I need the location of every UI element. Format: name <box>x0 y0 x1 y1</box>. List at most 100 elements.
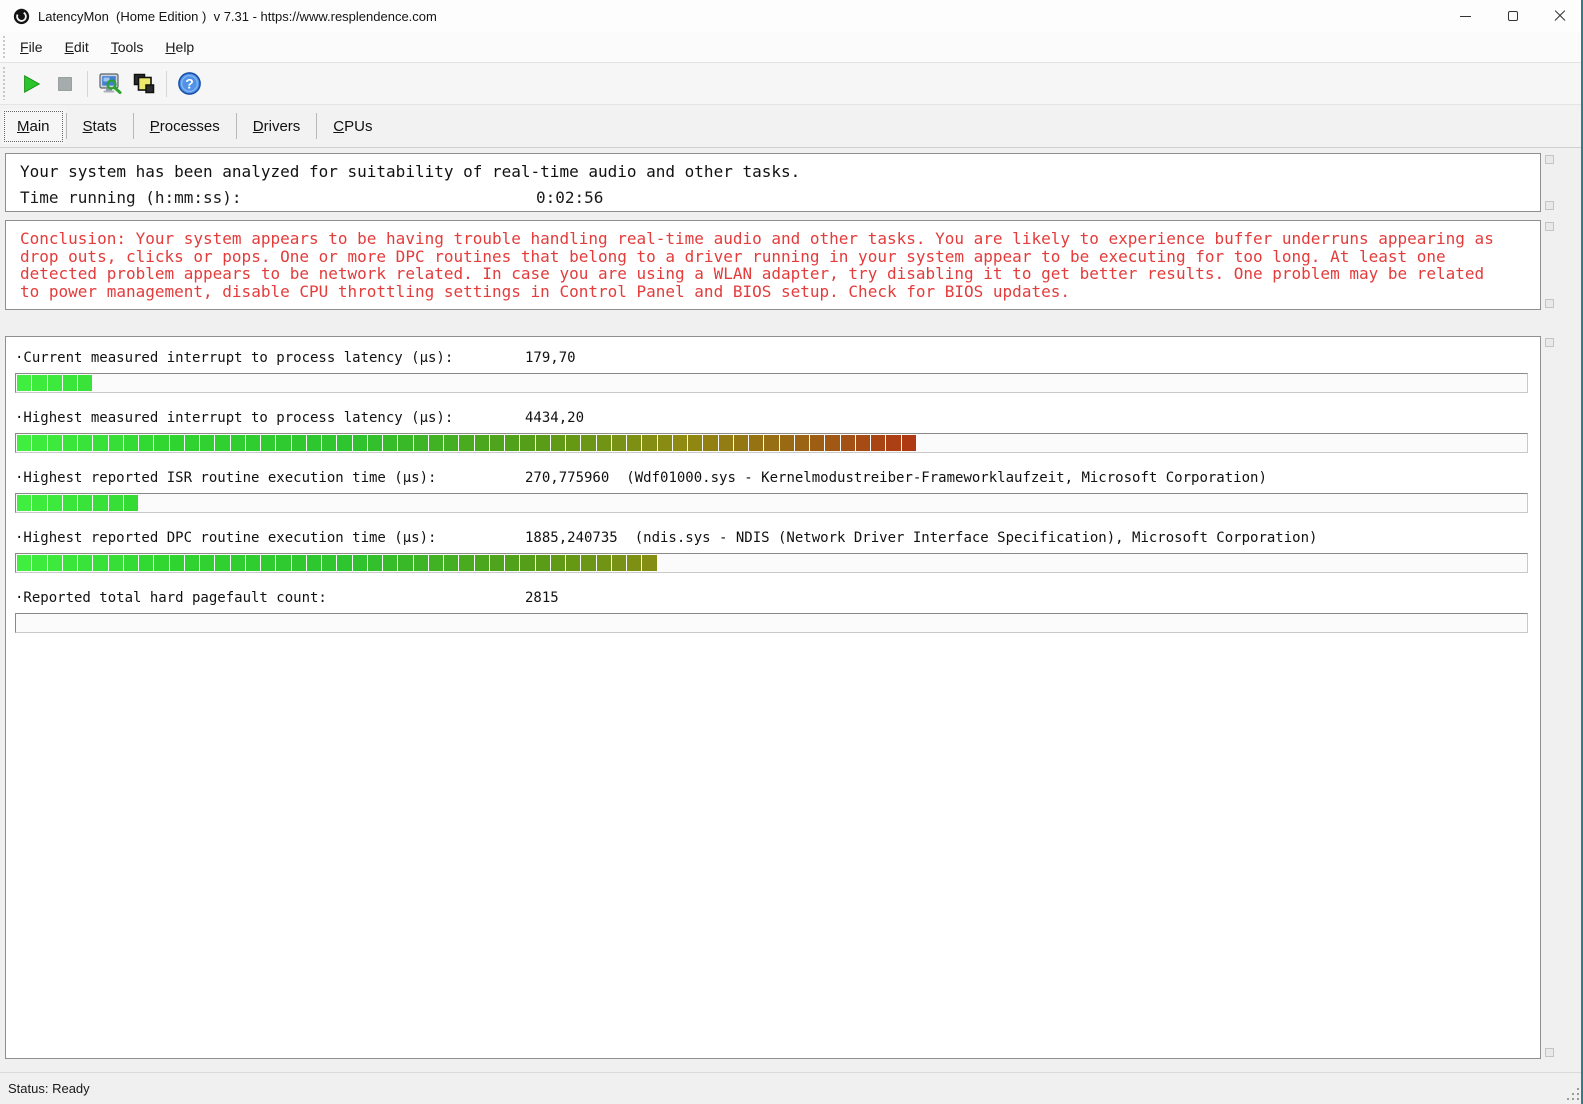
latency-bar <box>15 433 1528 453</box>
latency-bar-segment <box>673 435 687 451</box>
time-running-value: 0:02:56 <box>536 185 603 211</box>
stop-icon <box>54 73 76 95</box>
tab-drivers[interactable]: Drivers <box>238 109 316 144</box>
latency-bar-segment <box>825 435 839 451</box>
latency-bar-segment <box>703 435 717 451</box>
latency-bar-segment <box>63 375 77 391</box>
measurement-label: ·Reported total hard pagefault count: <box>15 586 525 611</box>
latency-bar-segment <box>627 435 641 451</box>
measurement-label: ·Highest reported DPC routine execution … <box>15 526 525 551</box>
latency-bar-segment <box>688 435 702 451</box>
latency-bar-segment <box>200 555 214 571</box>
latency-bar-segment <box>505 555 519 571</box>
latency-bar-segment <box>78 435 92 451</box>
latency-bar-segment <box>612 555 626 571</box>
maximize-button[interactable] <box>1489 0 1536 32</box>
latency-bar-segment <box>597 555 611 571</box>
latency-bar-segment <box>292 435 306 451</box>
latency-bar-segment <box>581 435 595 451</box>
system-report-icon <box>97 71 123 97</box>
latency-bar-segment <box>32 435 46 451</box>
latency-bar-segment <box>78 375 92 391</box>
latency-bar <box>15 373 1528 393</box>
latency-bar-segment <box>536 555 550 571</box>
measurement-row: ·Reported total hard pagefault count: 28… <box>15 586 1528 633</box>
latency-bar-segment <box>17 495 31 511</box>
measurement-value: 1885,240735 <box>525 526 618 551</box>
toolbar-grip <box>3 67 5 100</box>
system-report-button[interactable] <box>93 68 127 100</box>
latency-bar-segment <box>48 495 62 511</box>
latency-bar-segment <box>368 435 382 451</box>
measurement-row: ·Highest reported DPC routine execution … <box>15 526 1528 573</box>
measurement-value: 270,775960 <box>525 466 609 491</box>
start-monitor-button[interactable] <box>14 68 48 100</box>
latency-bar-segment <box>902 435 916 451</box>
mini-scrollbar[interactable] <box>1544 155 1553 210</box>
latency-bar-segment <box>490 435 504 451</box>
latency-bar-segment <box>78 555 92 571</box>
latency-bar-segment <box>276 555 290 571</box>
latency-bar-segment <box>93 495 107 511</box>
title-bar: LatencyMon (Home Edition ) v 7.31 - http… <box>0 0 1583 32</box>
latency-bar-segment <box>154 555 168 571</box>
latency-bar-segment <box>48 555 62 571</box>
latency-bar-segment <box>185 435 199 451</box>
latency-bar-segment <box>215 555 229 571</box>
latency-bar-segment <box>795 435 809 451</box>
latency-bar <box>15 613 1528 633</box>
help-button[interactable]: ? <box>172 68 206 100</box>
latency-bar-segment <box>109 435 123 451</box>
tab-stats[interactable]: Stats <box>68 109 132 144</box>
latency-bar-segment <box>749 435 763 451</box>
tab-cpus[interactable]: CPUs <box>318 109 387 144</box>
measurement-label: ·Current measured interrupt to process l… <box>15 346 525 371</box>
latency-bar-segment <box>48 375 62 391</box>
close-button[interactable] <box>1536 0 1583 32</box>
maximize-icon <box>1508 11 1518 21</box>
latency-bar-segment <box>353 435 367 451</box>
latency-bar-segment <box>261 435 275 451</box>
latency-bar-segment <box>490 555 504 571</box>
latency-bar-segment <box>246 555 260 571</box>
latency-bar-segment <box>139 435 153 451</box>
latency-bar-segment <box>856 435 870 451</box>
measurement-detail: (ndis.sys - NDIS (Network Driver Interfa… <box>635 526 1318 551</box>
copy-report-button[interactable] <box>127 68 161 100</box>
menu-tools[interactable]: Tools <box>103 36 152 58</box>
latency-bar-segment <box>871 435 885 451</box>
latency-bar-segment <box>109 555 123 571</box>
latency-bar-segment <box>231 435 245 451</box>
latency-bar-segment <box>215 435 229 451</box>
latency-bar-segment <box>581 555 595 571</box>
latency-bar-segment <box>261 555 275 571</box>
menu-help[interactable]: Help <box>157 36 202 58</box>
latency-bar-segment <box>93 435 107 451</box>
latency-bar-segment <box>32 555 46 571</box>
latency-bar-segment <box>307 555 321 571</box>
latency-bar-segment <box>780 435 794 451</box>
menu-edit[interactable]: Edit <box>57 36 97 58</box>
latency-bar <box>15 493 1528 513</box>
menu-file[interactable]: File <box>12 36 51 58</box>
latency-bar-segment <box>17 555 31 571</box>
latency-bar <box>15 553 1528 573</box>
stop-monitor-button[interactable] <box>48 68 82 100</box>
help-icon: ? <box>177 71 202 96</box>
latency-bar-segment <box>124 435 138 451</box>
status-text: Status: Ready <box>8 1081 90 1096</box>
tab-main[interactable]: Main <box>2 109 65 144</box>
mini-scrollbar[interactable] <box>1544 222 1553 308</box>
minimize-button[interactable] <box>1442 0 1489 32</box>
analysis-line: Your system has been analyzed for suitab… <box>20 159 1526 185</box>
latency-bar-segment <box>551 555 565 571</box>
latencymon-logo-icon <box>13 8 30 25</box>
latency-bar-segment <box>566 555 580 571</box>
copy-report-icon <box>131 71 157 97</box>
tab-processes[interactable]: Processes <box>135 109 235 144</box>
close-icon <box>1554 10 1566 22</box>
mini-scrollbar[interactable] <box>1544 338 1553 1057</box>
menu-bar: File Edit Tools Help <box>0 32 1583 62</box>
measurement-label: ·Highest reported ISR routine execution … <box>15 466 525 491</box>
resize-grip-icon[interactable] <box>1567 1088 1579 1100</box>
